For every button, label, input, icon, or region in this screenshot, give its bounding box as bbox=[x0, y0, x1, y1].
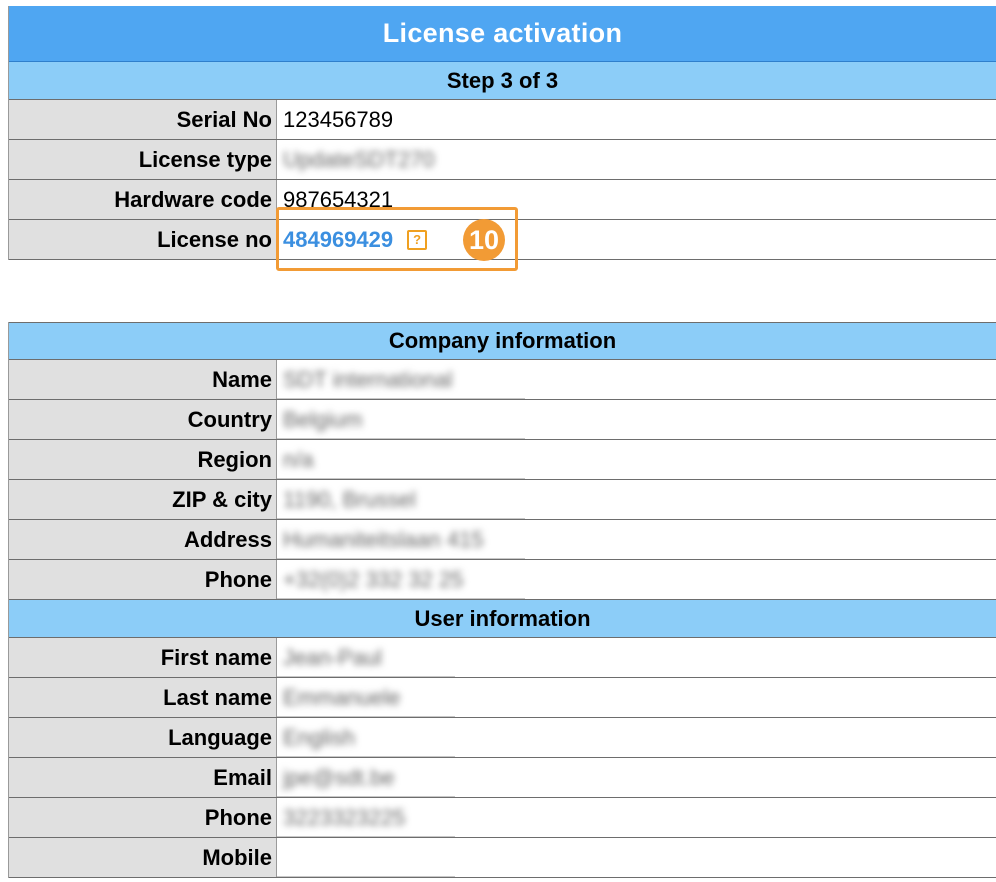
mobile-row: Mobile bbox=[9, 838, 996, 878]
language-value: English bbox=[283, 724, 356, 750]
license-no-link[interactable]: 484969429 bbox=[283, 227, 393, 253]
company-phone-label: Phone bbox=[9, 560, 277, 599]
serial-no-row: Serial No 123456789 bbox=[9, 100, 996, 140]
address-label: Address bbox=[9, 520, 277, 559]
country-row: Country Belgium bbox=[9, 400, 996, 440]
company-name-label: Name bbox=[9, 360, 277, 399]
address-value: Humaniteitslaan 415 bbox=[283, 526, 484, 552]
first-name-value: Jean-Paul bbox=[283, 644, 383, 670]
license-type-label: License type bbox=[9, 140, 277, 179]
hardware-code-label: Hardware code bbox=[9, 180, 277, 219]
hardware-code-value: 987654321 bbox=[277, 180, 996, 219]
email-value: jpe@sdt.be bbox=[283, 764, 395, 790]
last-name-label: Last name bbox=[9, 678, 277, 717]
company-name-value: SDT international bbox=[283, 366, 453, 392]
license-activation-panel: License activation Step 3 of 3 Serial No… bbox=[8, 6, 996, 260]
callout-badge: 10 bbox=[463, 219, 505, 261]
user-phone-row: Phone 3223323225 bbox=[9, 798, 996, 838]
zip-city-value: 1190, Brussel bbox=[283, 486, 416, 512]
email-row: Email jpe@sdt.be bbox=[9, 758, 996, 798]
address-row: Address Humaniteitslaan 415 bbox=[9, 520, 996, 560]
region-row: Region n/a bbox=[9, 440, 996, 480]
last-name-value: Emmanuele bbox=[283, 684, 401, 710]
language-label: Language bbox=[9, 718, 277, 757]
user-phone-label: Phone bbox=[9, 798, 277, 837]
region-label: Region bbox=[9, 440, 277, 479]
license-no-label: License no bbox=[9, 220, 277, 259]
country-value: Belgium bbox=[283, 406, 363, 432]
country-label: Country bbox=[9, 400, 277, 439]
help-icon[interactable]: ? bbox=[407, 229, 428, 250]
company-information-header: Company information bbox=[9, 322, 996, 360]
zip-city-row: ZIP & city 1190, Brussel bbox=[9, 480, 996, 520]
step-indicator: Step 3 of 3 bbox=[9, 62, 996, 100]
serial-no-value: 123456789 bbox=[277, 100, 996, 139]
registration-info-panel: Company information Name SDT internation… bbox=[8, 322, 996, 878]
email-label: Email bbox=[9, 758, 277, 797]
zip-city-label: ZIP & city bbox=[9, 480, 277, 519]
language-row: Language English bbox=[9, 718, 996, 758]
license-type-value: UpdateSDT270 bbox=[283, 146, 435, 172]
company-name-row: Name SDT international bbox=[9, 360, 996, 400]
region-value: n/a bbox=[283, 446, 314, 472]
license-activation-title: License activation bbox=[9, 6, 996, 62]
user-information-header: User information bbox=[9, 600, 996, 638]
first-name-label: First name bbox=[9, 638, 277, 677]
license-type-row: License type UpdateSDT270 bbox=[9, 140, 996, 180]
hardware-code-row: Hardware code 987654321 bbox=[9, 180, 996, 220]
last-name-row: Last name Emmanuele bbox=[9, 678, 996, 718]
first-name-row: First name Jean-Paul bbox=[9, 638, 996, 678]
user-phone-value: 3223323225 bbox=[283, 804, 406, 830]
company-phone-value: +32(0)2 332 32 25 bbox=[283, 566, 464, 592]
serial-no-label: Serial No bbox=[9, 100, 277, 139]
mobile-label: Mobile bbox=[9, 838, 277, 877]
company-phone-row: Phone +32(0)2 332 32 25 bbox=[9, 560, 996, 600]
